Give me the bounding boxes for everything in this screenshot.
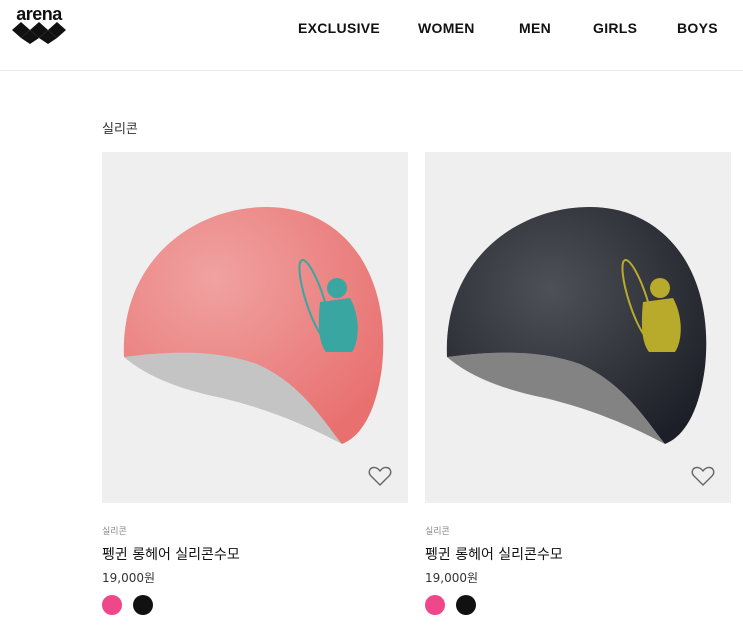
- color-swatches: [102, 595, 159, 617]
- nav-men[interactable]: MEN: [519, 20, 551, 36]
- color-swatches: [425, 595, 482, 617]
- product-category: 실리콘: [102, 527, 127, 537]
- product-card[interactable]: 실리콘 펭귄 롱헤어 실리콘수모 19,000원: [102, 152, 408, 615]
- swim-cap-image: [123, 207, 384, 444]
- product-card[interactable]: 실리콘 펭귄 롱헤어 실리콘수모 19,000원: [425, 152, 731, 615]
- swatch-pink[interactable]: [425, 595, 445, 615]
- product-image[interactable]: [425, 152, 731, 503]
- category-title: 실리콘: [102, 122, 138, 137]
- heart-icon[interactable]: [368, 465, 392, 487]
- swatch-black[interactable]: [133, 595, 154, 615]
- swatch-pink[interactable]: [102, 595, 122, 615]
- swim-cap-image: [446, 207, 707, 444]
- swatch-black[interactable]: [456, 595, 477, 615]
- product-price: 19,000원: [102, 571, 156, 585]
- main-nav: EXCLUSIVE WOMEN MEN GIRLS BOYS: [0, 20, 743, 40]
- nav-girls[interactable]: GIRLS: [593, 20, 637, 36]
- nav-exclusive[interactable]: EXCLUSIVE: [298, 20, 380, 36]
- product-name[interactable]: 펭귄 롱헤어 실리콘수모: [425, 544, 563, 564]
- product-image[interactable]: [102, 152, 408, 503]
- product-category: 실리콘: [425, 527, 450, 537]
- nav-women[interactable]: WOMEN: [418, 20, 475, 36]
- product-price: 19,000원: [425, 571, 479, 585]
- heart-icon[interactable]: [691, 465, 715, 487]
- site-header: arena EXCLUSIVE WOMEN MEN GIRLS BOYS: [0, 0, 743, 71]
- nav-boys[interactable]: BOYS: [677, 20, 718, 36]
- product-name[interactable]: 펭귄 롱헤어 실리콘수모: [102, 544, 240, 564]
